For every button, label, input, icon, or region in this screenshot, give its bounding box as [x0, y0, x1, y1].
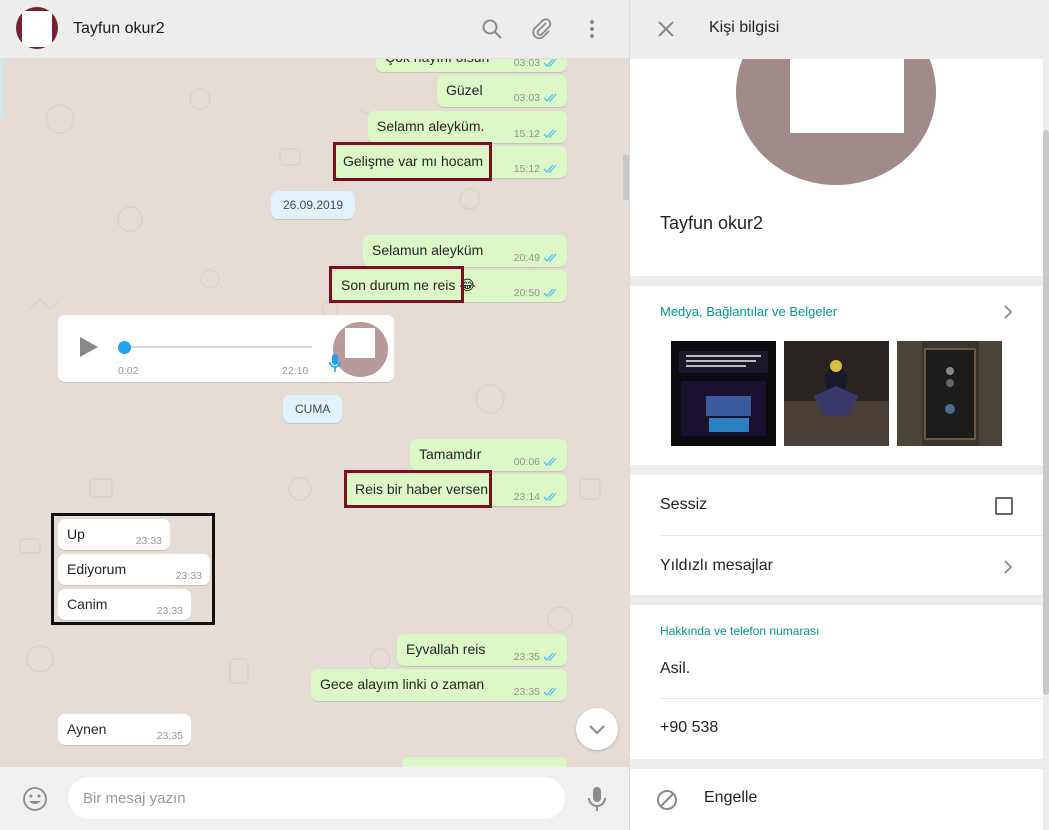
message-text: Gece alayım linki o zaman: [320, 676, 485, 692]
message-time: 23:35: [156, 730, 183, 742]
chevron-down-icon: [589, 725, 605, 735]
info-header: Kişi bilgisi: [630, 0, 1049, 59]
double-check-icon: [543, 129, 557, 138]
profile-card: Tayfun okur2: [630, 0, 1043, 276]
avatar[interactable]: [16, 7, 58, 49]
media-thumbnail[interactable]: [784, 341, 889, 446]
message-time: 23:35: [513, 686, 540, 698]
message-time: 15:12: [513, 163, 540, 175]
chevron-right-icon[interactable]: [1003, 304, 1013, 320]
contact-info-pane: Tayfun okur2 Kişi bilgisi Medya, Bağlant…: [629, 0, 1049, 830]
message-bubble[interactable]: Selamun aleyküm 20:49: [363, 235, 567, 267]
message-composer: [0, 767, 629, 830]
message-text: Selamn aleyküm.: [377, 118, 485, 134]
menu-icon[interactable]: [580, 17, 604, 41]
voice-progress-knob[interactable]: [118, 341, 131, 354]
block-contact-row[interactable]: Engelle: [630, 769, 1043, 830]
about-card: Hakkında ve telefon numarası Asil. +90 5…: [630, 605, 1043, 759]
divider: [660, 698, 1043, 699]
message-text: Selamun aleyküm: [372, 242, 484, 258]
double-check-icon: [543, 652, 557, 661]
message-input[interactable]: [68, 777, 565, 819]
double-check-icon: [543, 93, 557, 102]
date-chip: CUMA: [283, 395, 343, 423]
message-bubble[interactable]: Tamamdır 00:06: [410, 439, 567, 471]
message-time: 20:49: [513, 252, 540, 264]
message-text: Eyvallah reis: [406, 641, 486, 657]
message-bubble[interactable]: Selamn aleyküm. 15:12: [368, 111, 567, 143]
chevron-right-icon[interactable]: [1003, 559, 1013, 575]
message-bubble[interactable]: Aynen 23:35: [58, 714, 191, 745]
message-text: Tamamdır: [419, 446, 482, 462]
close-icon[interactable]: [657, 20, 675, 38]
mute-checkbox[interactable]: [995, 497, 1013, 515]
message-time: 22:10: [282, 365, 309, 377]
message-time: 15:12: [513, 128, 540, 140]
mic-icon[interactable]: [586, 785, 608, 813]
chat-contact-name[interactable]: Tayfun okur2: [73, 20, 165, 38]
media-section-title[interactable]: Medya, Bağlantılar ve Belgeler: [660, 304, 837, 319]
divider: [660, 535, 1043, 536]
chat-pane: Tayfun okur2 Çok hayırlı olsun 03:03 Güz…: [0, 0, 629, 830]
date-chip: 26.09.2019: [271, 191, 356, 219]
double-check-icon: [543, 687, 557, 696]
message-time: 23:35: [513, 651, 540, 663]
message-time: 03:03: [513, 92, 540, 104]
message-bubble[interactable]: Gece alayım linki o zaman 23:35: [311, 669, 567, 701]
mute-label: Sessiz: [660, 496, 708, 513]
highlight-box: [51, 513, 215, 625]
double-check-icon: [543, 58, 557, 67]
unread-strip: [0, 59, 3, 119]
message-time: 00:06: [513, 456, 540, 468]
phone-number[interactable]: +90 538: [660, 719, 718, 737]
double-check-icon: [543, 253, 557, 262]
media-card[interactable]: Medya, Bağlantılar ve Belgeler: [630, 286, 1043, 465]
voice-message[interactable]: 0:02 22:10: [58, 315, 394, 382]
emoji-icon[interactable]: [22, 786, 48, 812]
double-check-icon: [543, 164, 557, 173]
highlight-box: [344, 470, 492, 508]
about-section-title: Hakkında ve telefon numarası: [660, 624, 820, 638]
message-text: Aynen: [67, 721, 107, 737]
message-time: 23:14: [513, 491, 540, 503]
options-card: Sessiz Yıldızlı mesajlar: [630, 475, 1043, 595]
info-scrollbar[interactable]: [1043, 130, 1049, 695]
message-bubble[interactable]: Güzel 03:03: [437, 75, 567, 107]
message-time: 20:50: [513, 287, 540, 299]
highlight-box: [333, 142, 492, 181]
double-check-icon: [543, 288, 557, 297]
highlight-box: [329, 266, 464, 303]
mic-icon: [329, 354, 341, 372]
whatsapp-web-app: Tayfun okur2 Çok hayırlı olsun 03:03 Güz…: [0, 0, 1049, 830]
message-bubble[interactable]: Eyvallah reis 23:35: [397, 634, 567, 666]
paperclip-icon[interactable]: [530, 17, 554, 41]
scroll-down-button[interactable]: [576, 708, 618, 750]
starred-messages-link[interactable]: Yıldızlı mesajlar: [660, 557, 773, 575]
contact-name: Tayfun okur2: [660, 213, 764, 233]
double-check-icon: [543, 492, 557, 501]
search-icon[interactable]: [480, 17, 504, 41]
voice-duration: 0:02: [118, 365, 139, 377]
voice-progress-track[interactable]: [124, 346, 312, 348]
play-icon[interactable]: [80, 337, 98, 357]
chat-header: Tayfun okur2: [0, 0, 629, 59]
about-text: Asil.: [660, 660, 691, 677]
media-thumbnail[interactable]: [897, 341, 1002, 446]
info-title: Kişi bilgisi: [709, 19, 780, 36]
message-text: Güzel: [446, 82, 483, 98]
block-icon: [657, 790, 677, 810]
double-check-icon: [543, 457, 557, 466]
media-thumbnail[interactable]: [671, 341, 776, 446]
block-label: Engelle: [704, 789, 758, 806]
